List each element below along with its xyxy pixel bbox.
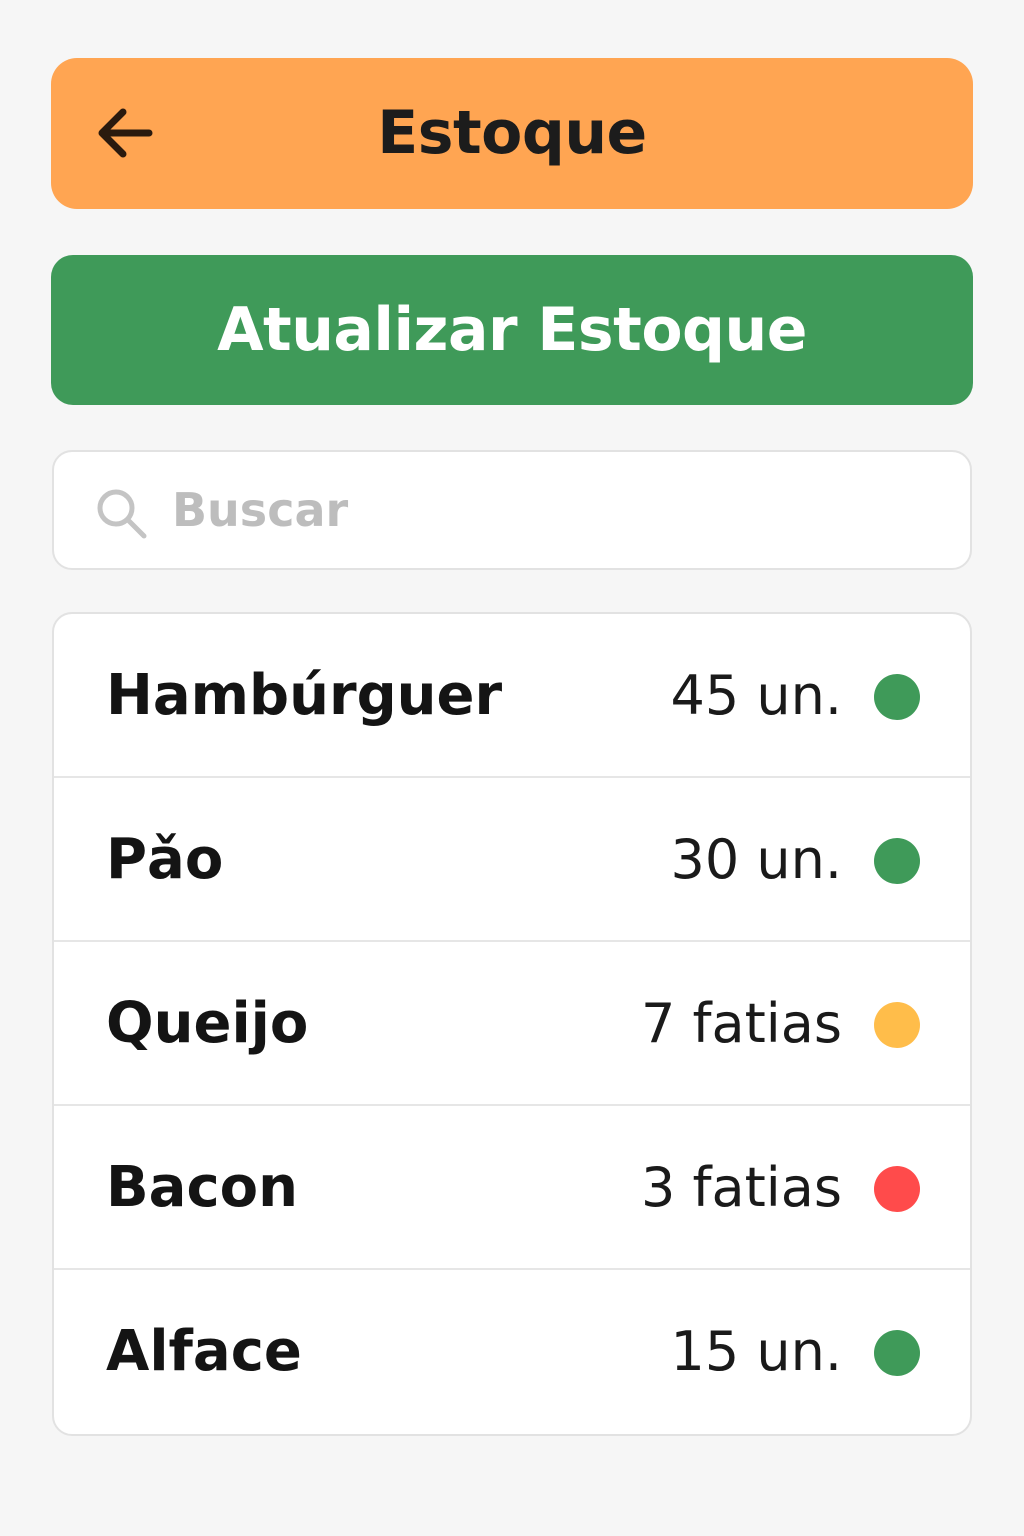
page-title: Estoque [377, 98, 647, 168]
item-quantity: 45 un. [670, 664, 843, 727]
search-bar[interactable] [52, 450, 972, 570]
item-quantity: 15 un. [670, 1320, 843, 1383]
item-name: Pǎo [106, 827, 224, 892]
status-indicator [874, 1166, 920, 1212]
status-indicator [874, 1330, 920, 1376]
search-icon [94, 486, 150, 542]
item-quantity: 3 fatias [640, 1156, 842, 1219]
app-header: Estoque [51, 58, 973, 209]
list-item[interactable]: Pǎo 30 un. [54, 778, 970, 942]
status-indicator [874, 838, 920, 884]
status-indicator [874, 1002, 920, 1048]
update-stock-button[interactable]: Atualizar Estoque [51, 255, 973, 405]
item-name: Queijo [106, 991, 309, 1056]
item-quantity: 7 fatias [640, 992, 842, 1055]
list-item[interactable]: Alface 15 un. [54, 1270, 970, 1434]
item-name: Bacon [106, 1155, 299, 1220]
inventory-list: Hambúrguer 45 un. Pǎo 30 un. Queijo 7 fa… [52, 612, 972, 1436]
status-indicator [874, 674, 920, 720]
list-item[interactable]: Hambúrguer 45 un. [54, 614, 970, 778]
item-name: Hambúrguer [106, 663, 503, 728]
search-input[interactable] [172, 470, 932, 550]
item-quantity: 30 un. [670, 828, 843, 891]
list-item[interactable]: Queijo 7 fatias [54, 942, 970, 1106]
list-item[interactable]: Bacon 3 fatias [54, 1106, 970, 1270]
item-name: Alface [106, 1319, 302, 1384]
